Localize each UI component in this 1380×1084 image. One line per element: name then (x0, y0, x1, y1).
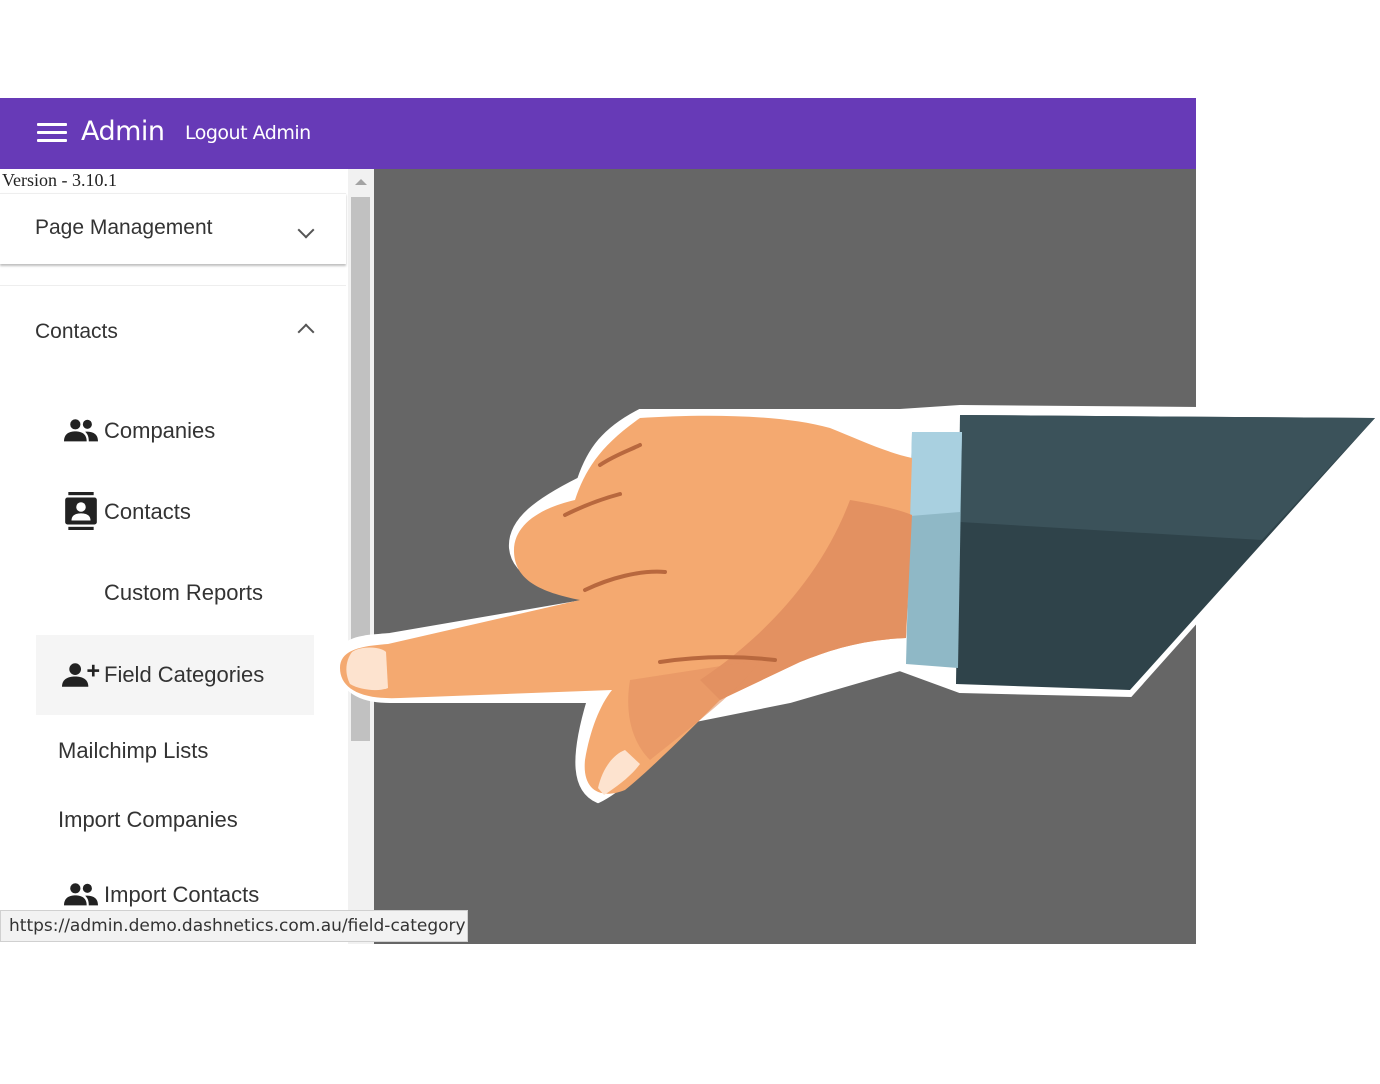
app-title: Admin (81, 116, 165, 147)
sidebar-item-label: Field Categories (104, 662, 265, 687)
sidebar-item-label: Companies (104, 418, 216, 443)
scroll-up-arrow-icon[interactable] (355, 179, 367, 185)
sidebar-item-companies[interactable]: Companies (36, 391, 314, 471)
people-icon (64, 883, 98, 906)
person-add-icon (62, 663, 100, 687)
hamburger-menu-icon[interactable] (37, 120, 67, 144)
sidebar-item-custom-reports[interactable]: Custom Reports (36, 553, 314, 633)
top-app-bar: Admin Logout Admin (0, 98, 1196, 169)
pointing-hand-icon (336, 405, 1378, 804)
people-icon (64, 419, 98, 442)
sidebar-item-label: Mailchimp Lists (58, 738, 209, 763)
sidebar-item-label: Custom Reports (104, 580, 263, 605)
sidebar-item-label: Contacts (104, 499, 191, 524)
contact-card-icon (65, 492, 97, 530)
status-bar-url: https://admin.demo.dashnetics.com.au/fie… (0, 910, 468, 942)
sidebar-item-label: Import Companies (58, 807, 238, 832)
sidebar-item-mailchimp-lists[interactable]: Mailchimp Lists (36, 711, 314, 791)
chevron-down-icon (297, 221, 315, 239)
sidebar-item-field-categories[interactable]: Field Categories (36, 635, 314, 715)
panel-page-management[interactable]: Page Management (0, 193, 346, 264)
panel-contacts[interactable]: Contacts (0, 285, 346, 376)
logout-link[interactable]: Logout Admin (185, 122, 311, 144)
chevron-up-icon (297, 323, 315, 341)
sidebar: Version - 3.10.1 Page Management Contact… (0, 169, 374, 944)
sidebar-item-import-companies[interactable]: Import Companies (36, 780, 314, 860)
version-label: Version - 3.10.1 (2, 170, 117, 190)
panel-title: Page Management (35, 216, 213, 239)
sidebar-item-contacts[interactable]: Contacts (36, 472, 314, 552)
panel-title: Contacts (35, 320, 118, 343)
